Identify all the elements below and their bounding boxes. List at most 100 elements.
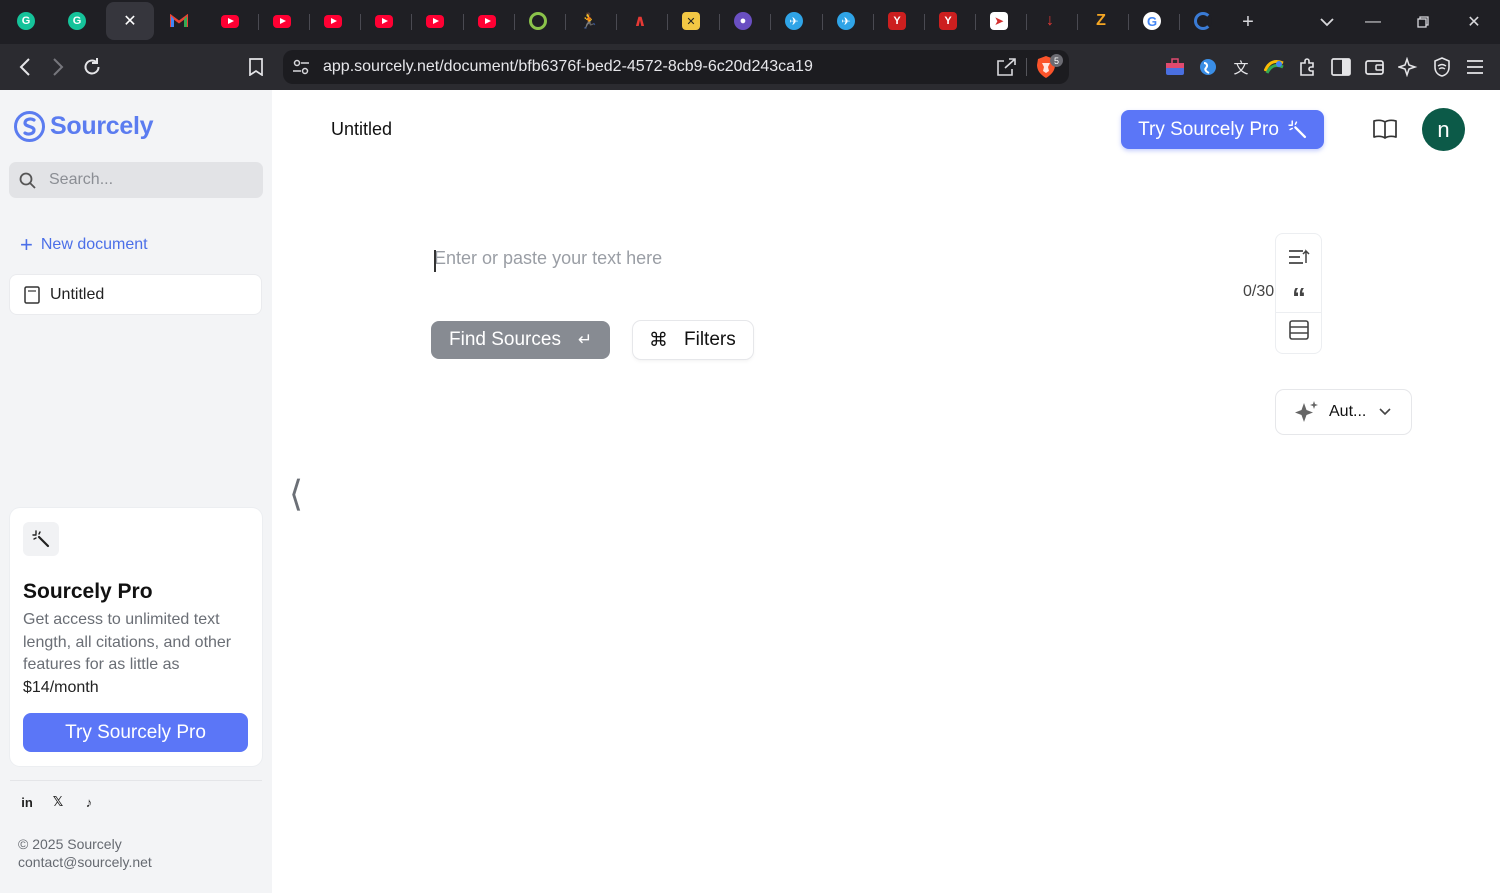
mode-select[interactable]: Aut... [1276, 390, 1411, 434]
browser-tab[interactable]: ↓ [1026, 2, 1074, 40]
citation-tool-button[interactable]: “ [1287, 281, 1311, 312]
vpn-button[interactable] [1431, 56, 1453, 78]
chevron-down-icon [1320, 17, 1334, 26]
browser-tab[interactable] [206, 2, 254, 40]
bookmark-button[interactable] [241, 52, 271, 82]
browser-tab[interactable]: G [1128, 2, 1176, 40]
sidebar-divider [10, 780, 262, 781]
globe-icon: ● [734, 12, 752, 30]
share-icon[interactable] [995, 57, 1017, 77]
social-links: in 𝕏 ♪ [19, 794, 112, 810]
magic-wand-icon [1288, 120, 1306, 139]
extension-button[interactable] [1164, 56, 1186, 78]
header-try-pro-button[interactable]: Try Sourcely Pro [1121, 110, 1324, 149]
filters-button[interactable]: ⌘ Filters [633, 321, 753, 359]
sparkles-icon [1295, 400, 1318, 422]
tiktok-icon[interactable]: ♪ [81, 794, 97, 810]
brand-logo[interactable]: Sourcely [14, 111, 154, 142]
browser-tab[interactable]: ∧ [616, 2, 664, 40]
browser-tab[interactable] [514, 2, 562, 40]
text-caret [434, 250, 436, 272]
browser-tab[interactable] [411, 2, 459, 40]
puzzle-app-icon: ✕ [682, 12, 700, 30]
wallet-icon [1365, 60, 1384, 75]
new-document-button[interactable]: + New document [20, 234, 148, 256]
reload-button[interactable] [77, 52, 107, 82]
sidebar-search[interactable] [9, 162, 263, 198]
browser-tab[interactable] [258, 2, 306, 40]
browser-tab[interactable] [360, 2, 408, 40]
browser-tab[interactable]: G [2, 2, 50, 40]
sidebar-icon [1331, 58, 1351, 76]
pro-card-icon [23, 522, 59, 556]
document-list-item[interactable]: Untitled [10, 275, 261, 314]
sidebar-try-pro-button[interactable]: Try Sourcely Pro [23, 713, 248, 752]
browser-tab[interactable]: Z [1077, 2, 1125, 40]
extensions-menu-button[interactable] [1297, 56, 1319, 78]
browser-tab[interactable]: ✈ [822, 2, 870, 40]
minimize-button[interactable]: — [1348, 0, 1398, 44]
copyright-text: © 2025 Sourcely [18, 836, 122, 852]
close-window-button[interactable]: ✕ [1449, 0, 1499, 44]
collapse-sidebar-handle[interactable]: ⟨ [289, 474, 303, 515]
browser-tab[interactable]: ● [719, 2, 767, 40]
ring-icon [529, 12, 547, 30]
browser-toolbar: app.sourcely.net/document/bfb6376f-bed2-… [0, 44, 1500, 90]
maximize-button[interactable] [1398, 0, 1448, 44]
browser-menu-button[interactable] [1464, 56, 1486, 78]
browser-tab[interactable] [309, 2, 357, 40]
bookmark-icon [249, 58, 263, 76]
yale-icon: Y [888, 12, 906, 30]
close-icon[interactable]: ✕ [123, 11, 136, 31]
browser-tab-active[interactable]: ✕ [106, 2, 154, 40]
forward-button[interactable] [43, 52, 73, 82]
back-button[interactable] [10, 52, 40, 82]
x-icon[interactable]: 𝕏 [50, 794, 66, 810]
magic-wand-icon [32, 530, 50, 548]
browser-tab[interactable]: 🏃 [565, 2, 613, 40]
extension-button[interactable] [1263, 56, 1285, 78]
bird-icon: ✈ [785, 12, 803, 30]
document-icon [24, 285, 40, 304]
header-try-pro-label: Try Sourcely Pro [1138, 118, 1279, 140]
wallet-button[interactable] [1364, 56, 1386, 78]
browser-tab[interactable] [463, 2, 511, 40]
new-tab-button[interactable]: + [1224, 0, 1272, 44]
format-tool-button[interactable] [1287, 245, 1311, 269]
address-url[interactable]: app.sourcely.net/document/bfb6376f-bed2-… [323, 58, 813, 76]
site-settings-icon[interactable] [291, 57, 311, 77]
extension-button[interactable] [1197, 56, 1219, 78]
browser-tab[interactable]: ✕ [667, 2, 715, 40]
pro-card-description-text: Get access to unlimited text length, all… [23, 611, 232, 673]
enter-key-icon: ↵ [577, 330, 593, 349]
toolbox-extension-icon [1166, 58, 1184, 75]
browser-tab[interactable]: ✈ [770, 2, 818, 40]
search-input[interactable] [49, 171, 239, 189]
sidebar-toggle-button[interactable] [1330, 56, 1352, 78]
browser-tab[interactable] [155, 2, 203, 40]
find-sources-button[interactable]: Find Sources ↵ [431, 321, 610, 359]
page-title[interactable]: Untitled [331, 119, 392, 140]
text-editor[interactable]: Enter or paste your text here [434, 248, 1134, 276]
bird-icon: ✈ [837, 12, 855, 30]
browser-tab[interactable]: ➤ [975, 2, 1023, 40]
browser-tab[interactable]: Y [873, 2, 921, 40]
layout-tool-button[interactable] [1287, 318, 1311, 342]
browser-tab[interactable]: G [53, 2, 101, 40]
grammarly-icon: G [68, 12, 86, 30]
browser-tab[interactable] [1179, 2, 1227, 40]
address-bar[interactable]: app.sourcely.net/document/bfb6376f-bed2-… [283, 50, 1069, 84]
leo-ai-button[interactable] [1397, 56, 1419, 78]
tab-search-button[interactable] [1302, 0, 1352, 44]
linkedin-icon[interactable]: in [19, 794, 35, 810]
youtube-icon [426, 14, 444, 28]
sidebar-footer: © 2025 Sourcely contact@sourcely.net [18, 835, 152, 871]
book-icon[interactable] [1372, 117, 1398, 141]
browser-tab-strip: G G ✕ 🏃 ∧ ✕ ● ✈ ✈ Y Y ➤ ↓ Z G + — ✕ [0, 0, 1500, 44]
runner-icon: 🏃 [579, 13, 599, 30]
translate-button[interactable]: 文 [1230, 56, 1252, 78]
contact-email[interactable]: contact@sourcely.net [18, 853, 152, 871]
user-avatar[interactable]: n [1422, 108, 1465, 151]
browser-tab[interactable]: Y [924, 2, 972, 40]
translate-icon: 文 [1233, 59, 1249, 77]
